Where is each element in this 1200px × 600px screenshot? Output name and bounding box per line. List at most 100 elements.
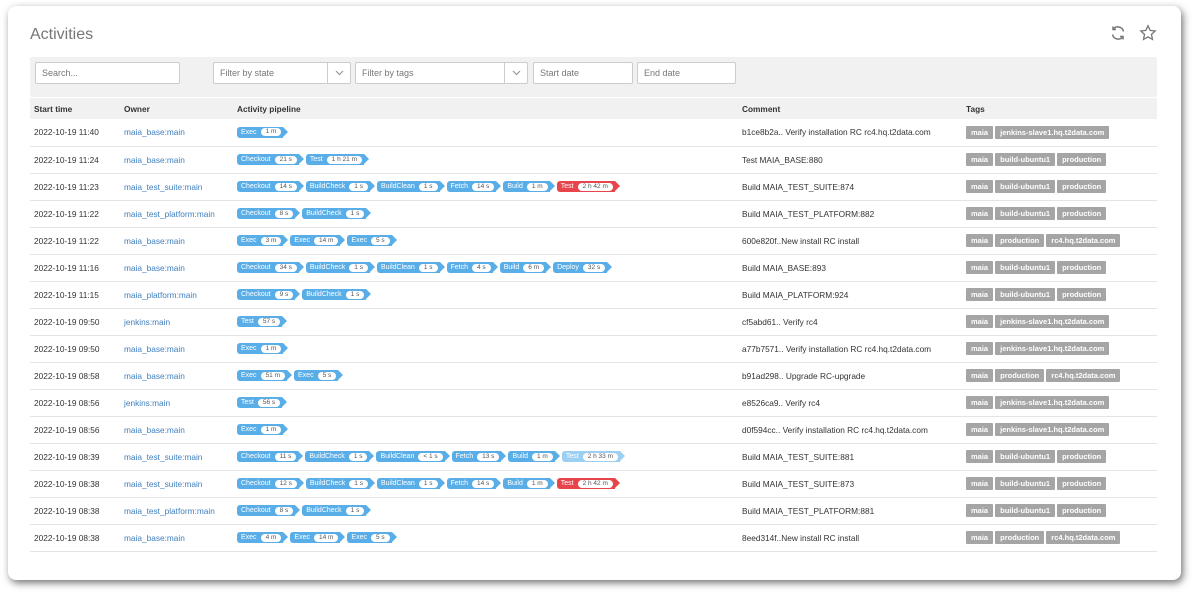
owner-link[interactable]: maia_base:main [124, 155, 185, 165]
pipeline-stage[interactable]: Exec 4 m [237, 532, 289, 543]
tag-badge[interactable]: production [1057, 477, 1107, 490]
pipeline-stage[interactable]: Build 1 m [503, 181, 556, 192]
tag-badge[interactable]: maia [966, 288, 994, 301]
tag-badge[interactable]: maia [966, 261, 994, 274]
pipeline-stage[interactable]: Exec 5 s [347, 532, 397, 543]
search-input[interactable] [35, 62, 180, 84]
pipeline-stage[interactable]: Checkout 21 s [237, 154, 304, 165]
tag-badge[interactable]: jenkins-slave1.hq.t2data.com [995, 315, 1110, 328]
tag-badge[interactable]: production [1057, 261, 1107, 274]
pipeline-stage[interactable]: Exec 14 m [290, 235, 346, 246]
pipeline-stage[interactable]: Test 57 s [237, 316, 288, 327]
table-row[interactable]: 2022-10-19 11:23 maia_test_suite:main Chec… [30, 173, 1157, 200]
tag-badge[interactable]: jenkins-slave1.hq.t2data.com [995, 396, 1110, 409]
tag-badge[interactable]: maia [966, 396, 994, 409]
tag-badge[interactable]: maia [966, 207, 994, 220]
pipeline-stage[interactable]: Checkout 8 s [237, 505, 301, 516]
owner-link[interactable]: maia_test_suite:main [124, 479, 202, 489]
owner-link[interactable]: maia_base:main [124, 344, 185, 354]
table-row[interactable]: 2022-10-19 08:38 maia_base:main Exec 4 m Exe… [30, 524, 1157, 551]
table-row[interactable]: 2022-10-19 11:40 maia_base:main Exec 1 m b1c… [30, 119, 1157, 146]
tag-badge[interactable]: build-ubuntu1 [995, 477, 1056, 490]
pipeline-stage[interactable]: Checkout 14 s [237, 181, 304, 192]
tag-badge[interactable]: build-ubuntu1 [995, 153, 1056, 166]
tag-badge[interactable]: build-ubuntu1 [995, 261, 1056, 274]
pipeline-stage[interactable]: Checkout 34 s [237, 262, 304, 273]
pipeline-stage[interactable]: Fetch 13 s [451, 451, 507, 462]
table-row[interactable]: 2022-10-19 08:56 jenkins:main Test 56 s e852… [30, 389, 1157, 416]
table-row[interactable]: 2022-10-19 09:50 maia_base:main Exec 1 m a77… [30, 335, 1157, 362]
owner-link[interactable]: maia_base:main [124, 533, 185, 543]
pipeline-stage[interactable]: BuildCheck 1 s [302, 208, 372, 219]
owner-link[interactable]: maia_base:main [124, 371, 185, 381]
tag-badge[interactable]: build-ubuntu1 [995, 180, 1056, 193]
pipeline-stage[interactable]: Fetch 14 s [446, 478, 502, 489]
tag-badge[interactable]: production [1057, 207, 1107, 220]
pipeline-stage[interactable]: Deploy 32 s [553, 262, 613, 273]
pipeline-stage[interactable]: Test 2 h 42 m [556, 181, 621, 192]
pipeline-stage[interactable]: Exec 1 m [237, 424, 289, 435]
pipeline-stage[interactable]: Exec 51 m [237, 370, 293, 381]
pipeline-stage[interactable]: Test 2 h 33 m [561, 451, 626, 462]
pipeline-stage[interactable]: Fetch 4 s [446, 262, 498, 273]
table-row[interactable]: 2022-10-19 08:38 maia_test_platform:main C… [30, 497, 1157, 524]
tag-badge[interactable]: production [1057, 180, 1107, 193]
pipeline-stage[interactable]: Checkout 12 s [237, 478, 304, 489]
pipeline-stage[interactable]: Exec 3 m [237, 235, 289, 246]
tag-badge[interactable]: production [995, 531, 1045, 544]
tag-badge[interactable]: production [1057, 288, 1107, 301]
tag-badge[interactable]: maia [966, 180, 994, 193]
pipeline-stage[interactable]: Test 1 h 21 m [305, 154, 370, 165]
tag-badge[interactable]: jenkins-slave1.hq.t2data.com [995, 125, 1110, 139]
tag-badge[interactable]: maia [966, 477, 994, 490]
tag-badge[interactable]: maia [966, 342, 994, 355]
pipeline-stage[interactable]: BuildCheck 1 s [305, 181, 376, 192]
owner-link[interactable]: maia_base:main [124, 127, 185, 137]
pipeline-stage[interactable]: BuildCheck 1 s [302, 289, 372, 300]
tag-badge[interactable]: maia [966, 423, 994, 436]
pipeline-stage[interactable]: BuildCheck 1 s [302, 505, 372, 516]
tag-badge[interactable]: production [1057, 450, 1107, 463]
pipeline-stage[interactable]: BuildCheck 1 s [305, 478, 376, 489]
table-row[interactable]: 2022-10-19 11:24 maia_base:main Checkout 21… [30, 146, 1157, 173]
table-row[interactable]: 2022-10-19 11:16 maia_base:main Checkout 34… [30, 254, 1157, 281]
owner-link[interactable]: jenkins:main [124, 317, 170, 327]
pipeline-stage[interactable]: Exec 5 s [347, 235, 397, 246]
pipeline-stage[interactable]: BuildClean < 1 s [376, 451, 450, 462]
pipeline-stage[interactable]: BuildCheck 1 s [305, 451, 375, 462]
pipeline-stage[interactable]: Exec 1 m [237, 126, 289, 138]
pipeline-stage[interactable]: BuildCheck 1 s [305, 262, 376, 273]
owner-link[interactable]: jenkins:main [124, 398, 170, 408]
pipeline-stage[interactable]: BuildClean 1 s [376, 262, 444, 273]
tag-badge[interactable]: build-ubuntu1 [995, 504, 1056, 517]
tag-badge[interactable]: build-ubuntu1 [995, 450, 1056, 463]
table-row[interactable]: 2022-10-19 08:39 maia_test_suite:main Chec… [30, 443, 1157, 470]
tag-badge[interactable]: maia [966, 531, 994, 544]
owner-link[interactable]: maia_test_suite:main [124, 182, 202, 192]
tag-badge[interactable]: maia [966, 315, 994, 328]
tag-badge[interactable]: build-ubuntu1 [995, 288, 1056, 301]
pipeline-stage[interactable]: Checkout 8 s [237, 208, 301, 219]
tag-badge[interactable]: rc4.hq.t2data.com [1046, 369, 1121, 382]
owner-link[interactable]: maia_test_suite:main [124, 452, 202, 462]
table-row[interactable]: 2022-10-19 08:58 maia_base:main Exec 51 m Ex… [30, 362, 1157, 389]
table-row[interactable]: 2022-10-19 08:56 maia_base:main Exec 1 m d0f… [30, 416, 1157, 443]
pipeline-stage[interactable]: Build 1 m [503, 478, 556, 489]
tag-badge[interactable]: maia [966, 234, 994, 247]
owner-link[interactable]: maia_test_platform:main [124, 506, 215, 516]
owner-link[interactable]: maia_base:main [124, 263, 185, 273]
pipeline-stage[interactable]: Exec 14 m [290, 532, 346, 543]
table-row[interactable]: 2022-10-19 11:15 maia_platform:main Checko… [30, 281, 1157, 308]
table-row[interactable]: 2022-10-19 08:38 maia_test_suite:main Chec… [30, 470, 1157, 497]
pipeline-stage[interactable]: BuildClean 1 s [376, 181, 444, 192]
star-icon[interactable] [1139, 24, 1157, 42]
owner-link[interactable]: maia_base:main [124, 425, 185, 435]
pipeline-stage[interactable]: Test 2 h 42 m [556, 478, 621, 489]
end-date-input[interactable] [637, 62, 736, 84]
pipeline-stage[interactable]: Build 1 m [508, 451, 561, 462]
column-start-time[interactable]: Start time [30, 98, 120, 119]
tag-badge[interactable]: rc4.hq.t2data.com [1046, 531, 1121, 544]
tag-badge[interactable]: production [995, 234, 1045, 247]
tag-badge[interactable]: maia [966, 450, 994, 463]
tag-badge[interactable]: production [1057, 504, 1107, 517]
